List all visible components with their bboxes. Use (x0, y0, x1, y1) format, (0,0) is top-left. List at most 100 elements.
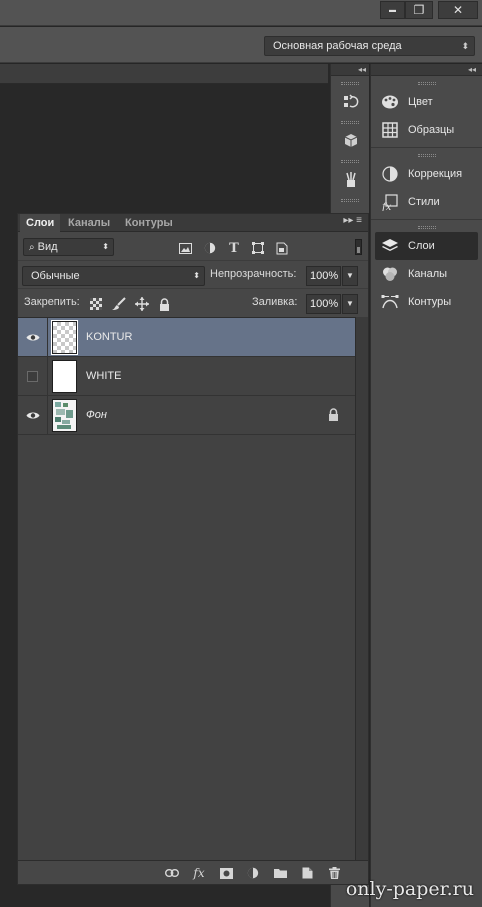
restore-icon: ❐ (413, 3, 425, 17)
lock-transparent-pixels-icon[interactable] (89, 297, 103, 311)
shape-filter-icon[interactable] (251, 241, 265, 255)
blend-row: Обычные ⬍ Непрозрачность: 100% ▼ (18, 260, 368, 288)
panel-item-adjustments[interactable]: Коррекция (371, 160, 482, 188)
minimize-icon: ▬ (389, 6, 396, 14)
opacity-dropdown-button[interactable]: ▼ (342, 266, 358, 286)
tab-paths[interactable]: Контуры (119, 214, 179, 232)
filter-toggle-switch[interactable] (355, 239, 362, 255)
layer-name[interactable]: KONTUR (86, 318, 132, 356)
drag-grip[interactable] (341, 82, 359, 85)
link-icon[interactable] (164, 865, 180, 881)
fill-label: Заливка: (252, 296, 298, 308)
layer-thumbnail-image (52, 399, 77, 432)
panel-group-color: Цвет Образцы (371, 82, 482, 148)
panel-menu-button[interactable]: ▸▸ ≡ (343, 215, 362, 226)
workspace-label: Основная рабочая среда (273, 40, 402, 52)
filter-kind-select[interactable]: ⌕ Вид ⬍ (23, 238, 114, 256)
panel-group-layers: Слои Каналы Контуры (371, 226, 482, 319)
lock-all-icon[interactable] (157, 297, 171, 311)
opacity-label: Непрозрачность: (210, 268, 297, 280)
panel-item-label: Коррекция (408, 168, 463, 180)
search-icon: ⌕ (29, 242, 35, 253)
layer-name[interactable]: WHITE (86, 357, 121, 395)
layer-thumbnail-white (52, 360, 77, 393)
layers-panel-tabs: Слои Каналы Контуры ▸▸ ≡ (18, 214, 368, 232)
panel-item-label: Каналы (408, 268, 448, 280)
panel-item-channels[interactable]: Каналы (371, 260, 482, 288)
layer-row-kontur[interactable]: KONTUR (18, 318, 355, 357)
adjustment-icon[interactable] (245, 865, 261, 881)
history-icon[interactable] (331, 88, 370, 115)
tab-channels[interactable]: Каналы (62, 214, 116, 232)
new-layer-icon[interactable] (299, 865, 315, 881)
minimize-button[interactable]: ▬ (380, 1, 405, 19)
drag-grip[interactable] (417, 154, 436, 157)
restore-button[interactable]: ❐ (405, 1, 433, 19)
lock-image-pixels-brush-icon[interactable] (112, 297, 126, 311)
chevron-updown-icon: ⬍ (193, 271, 200, 280)
folder-icon[interactable] (272, 865, 288, 881)
trash-icon[interactable] (326, 865, 342, 881)
layer-thumbnail-transparent (51, 320, 78, 355)
eye-icon (26, 334, 39, 340)
close-button[interactable]: ✕ (438, 1, 478, 19)
panel-item-color[interactable]: Цвет (371, 88, 482, 116)
drag-grip[interactable] (417, 82, 436, 85)
collapse-icon: ◂◂ (467, 65, 476, 74)
blend-mode-select[interactable]: Обычные ⬍ (22, 266, 205, 286)
drag-grip[interactable] (417, 226, 436, 229)
fx-icon[interactable]: fx (191, 865, 207, 881)
panel-item-styles[interactable]: fx Стили (371, 188, 482, 216)
panel-dock: ◂◂ Цвет Образцы Коррекция fx Стили Слои … (370, 64, 482, 907)
document-tab-bar (0, 64, 328, 84)
smart-object-filter-icon[interactable] (275, 241, 289, 255)
layer-name[interactable]: Фон (86, 396, 107, 434)
opacity-field[interactable]: 100% (306, 266, 341, 286)
adjustment-filter-icon[interactable] (203, 241, 217, 255)
palette-icon (380, 93, 400, 111)
panel-item-layers[interactable]: Слои (375, 232, 478, 260)
layer-row-white[interactable]: WHITE (18, 357, 355, 396)
workspace-switcher[interactable]: Основная рабочая среда ⬍ (264, 36, 475, 56)
lock-row: Закрепить: Заливка: 100% ▼ (18, 288, 368, 316)
application-title-bar: ▬ ❐ ✕ (0, 0, 482, 26)
3d-cube-icon[interactable] (331, 127, 370, 154)
layers-panel: Слои Каналы Контуры ▸▸ ≡ ⌕ Вид ⬍ T Обычн… (17, 213, 369, 885)
blend-mode-value: Обычные (31, 270, 80, 282)
close-icon: ✕ (452, 3, 464, 17)
layers-bottom-toolbar: fx (18, 860, 368, 884)
paths-icon (380, 293, 400, 311)
tab-layers[interactable]: Слои (20, 214, 61, 232)
fill-field[interactable]: 100% (306, 294, 341, 314)
panel-item-swatches[interactable]: Образцы (371, 116, 482, 144)
lock-label: Закрепить: (24, 296, 80, 308)
layers-icon (380, 237, 400, 255)
drag-grip[interactable] (341, 121, 359, 124)
panel-group-adjustments: Коррекция fx Стили (371, 154, 482, 220)
visibility-toggle[interactable] (18, 396, 48, 434)
panel-item-label: Контуры (408, 296, 452, 308)
drag-grip[interactable] (341, 199, 359, 202)
panel-item-label: Слои (408, 240, 435, 252)
adjustment-circle-icon (380, 165, 400, 183)
drag-grip[interactable] (341, 160, 359, 163)
visibility-toggle[interactable] (18, 318, 48, 356)
collapse-dock-button[interactable]: ◂◂ (371, 64, 482, 76)
layer-row-background[interactable]: Фон (18, 396, 355, 435)
brush-presets-icon[interactable] (331, 166, 370, 193)
layer-filter-row: ⌕ Вид ⬍ T (18, 232, 368, 260)
hidden-box-icon (27, 370, 38, 382)
visibility-toggle[interactable] (18, 357, 48, 395)
layers-scrollbar[interactable] (355, 317, 368, 860)
collapse-strip-button[interactable]: ◂◂ (331, 64, 369, 76)
fill-dropdown-button[interactable]: ▼ (342, 294, 358, 314)
type-filter-icon[interactable]: T (227, 241, 241, 256)
chevron-updown-icon: ⬍ (461, 41, 469, 51)
lock-position-move-icon[interactable] (135, 297, 149, 311)
mask-icon[interactable] (218, 865, 234, 881)
panel-item-paths[interactable]: Контуры (371, 288, 482, 316)
channels-icon (380, 265, 400, 283)
swatches-grid-icon (380, 121, 400, 139)
filter-kind-value: Вид (37, 241, 58, 253)
image-filter-icon[interactable] (178, 241, 192, 255)
